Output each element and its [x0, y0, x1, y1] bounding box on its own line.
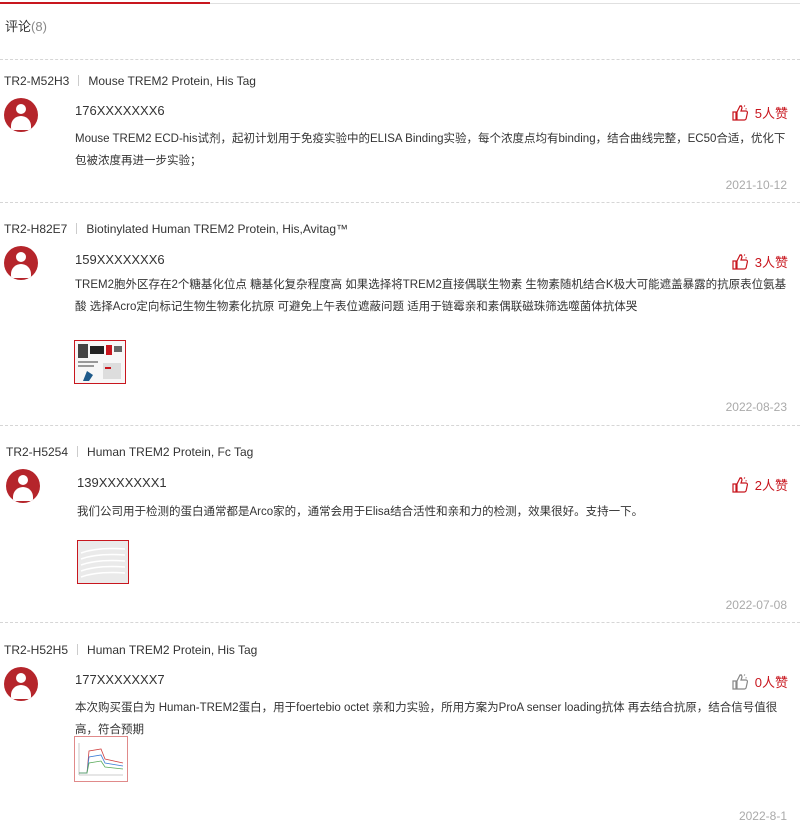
comment-date: 2022-8-1 — [738, 809, 787, 823]
figure-thumbnail — [75, 341, 125, 383]
product-code: TR2-M52H3 — [4, 74, 70, 88]
product-name: Human TREM2 Protein, Fc Tag — [87, 445, 254, 459]
comments-heading: 评论(8) — [5, 16, 47, 35]
comment-image-thumbnail[interactable] — [74, 736, 128, 782]
user-name: 177XXXXXXX7 — [75, 672, 165, 687]
product-tag[interactable]: TR2-H5254 Human TREM2 Protein, Fc Tag — [6, 445, 253, 459]
product-tag[interactable]: TR2-H82E7 Biotinylated Human TREM2 Protei… — [4, 222, 348, 236]
thumbs-up-icon — [732, 104, 748, 121]
like-button[interactable]: 5人赞 — [732, 103, 788, 122]
product-tag[interactable]: TR2-H52H5 Human TREM2 Protein, His Tag — [4, 643, 257, 657]
like-count: 0人赞 — [754, 675, 788, 690]
thumbs-up-icon — [732, 673, 748, 690]
comment-divider — [0, 59, 800, 60]
product-name: Biotinylated Human TREM2 Protein, His,Av… — [86, 222, 349, 236]
like-count: 3人赞 — [754, 255, 788, 270]
like-count: 2人赞 — [754, 478, 788, 493]
product-code: TR2-H52H5 — [4, 643, 69, 657]
comment-divider — [0, 622, 800, 623]
user-avatar-icon — [6, 469, 40, 503]
product-code: TR2-H82E7 — [4, 222, 68, 236]
like-button[interactable]: 3人赞 — [732, 252, 788, 271]
curve-thumbnail — [78, 541, 128, 583]
comment-text: 本次购买蛋白为 Human-TREM2蛋白，用于foertebio octet … — [75, 702, 778, 736]
product-name: Mouse TREM2 Protein, His Tag — [88, 74, 256, 88]
comments-count: (8) — [31, 19, 47, 34]
product-name: Human TREM2 Protein, His Tag — [87, 643, 258, 657]
comment-date: 2022-08-23 — [725, 400, 787, 414]
thumbs-up-icon — [732, 476, 748, 493]
like-button[interactable]: 0人赞 — [732, 672, 788, 691]
user-name: 159XXXXXXX6 — [75, 252, 165, 267]
user-avatar-icon — [4, 667, 38, 701]
comment-text: TREM2胞外区存在2个糖基化位点 糖基化复杂程度高 如果选择将TREM2直接偶… — [75, 279, 787, 313]
comment-text: 我们公司用于检测的蛋白通常都是Arco家的，通常会用于Elisa结合活性和亲和力… — [77, 506, 644, 518]
comments-title: 评论 — [5, 19, 32, 34]
comment-image-thumbnail[interactable] — [77, 540, 129, 584]
product-tag[interactable]: TR2-M52H3 Mouse TREM2 Protein, His Tag — [4, 74, 256, 88]
comment-divider — [0, 202, 800, 203]
like-button[interactable]: 2人赞 — [732, 475, 788, 494]
comment-text: Mouse TREM2 ECD-his试剂，起初计划用于免疫实验中的ELISA … — [75, 133, 786, 167]
comment-date: 2021-10-12 — [725, 178, 787, 192]
user-avatar-icon — [4, 246, 38, 280]
comment-divider — [0, 425, 800, 426]
thumbs-up-icon — [732, 253, 748, 270]
sensorgram-thumbnail — [75, 737, 127, 781]
comment-image-thumbnail[interactable] — [74, 340, 126, 384]
product-code: TR2-H5254 — [6, 445, 69, 459]
comment-date: 2022-07-08 — [725, 598, 787, 612]
user-avatar-icon — [4, 98, 38, 132]
user-name: 139XXXXXXX1 — [77, 475, 167, 490]
user-name: 176XXXXXXX6 — [75, 103, 165, 118]
active-tab-underline — [0, 2, 210, 4]
like-count: 5人赞 — [754, 106, 788, 121]
